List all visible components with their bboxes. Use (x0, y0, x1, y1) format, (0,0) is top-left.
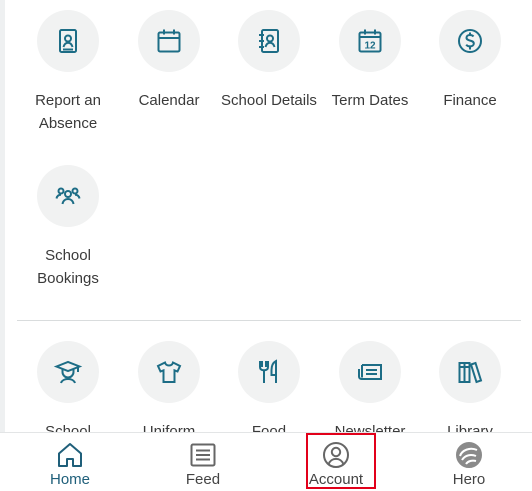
tab-label: Account (308, 471, 364, 488)
tile-label: Finance (443, 92, 497, 109)
school-graduate-icon (37, 341, 99, 403)
school-bookings-icon (37, 165, 99, 227)
account-icon (323, 442, 349, 468)
newsletter-icon (339, 341, 401, 403)
tile-newsletter[interactable]: Newsletter (320, 341, 420, 443)
tile-report-absence[interactable]: Report an Absence (18, 10, 118, 135)
tile-school-bookings[interactable]: School Bookings (18, 165, 118, 290)
tab-hero[interactable]: Hero (414, 433, 524, 491)
tab-home[interactable]: Home (15, 433, 125, 491)
tile-school-details[interactable]: School Details (219, 10, 319, 112)
tile-library[interactable]: Library (420, 341, 520, 443)
tab-label: Home (49, 471, 90, 488)
hero-icon (456, 442, 482, 468)
tile-label: Calendar (138, 92, 200, 109)
calendar-day-number: 12 (364, 41, 376, 52)
tab-account[interactable]: Account (281, 433, 391, 491)
tile-uniform[interactable]: Uniform (119, 341, 219, 443)
feed-icon (190, 443, 216, 467)
section-divider (17, 320, 521, 321)
app-screen: Report an Absence Calendar School Detail (0, 0, 532, 491)
tile-calendar[interactable]: Calendar (119, 10, 219, 112)
term-dates-icon: 12 (339, 10, 401, 72)
tile-term-dates[interactable]: 12 Term Dates (320, 10, 420, 112)
school-details-icon (238, 10, 300, 72)
finance-icon (439, 10, 501, 72)
tab-feed[interactable]: Feed (148, 433, 258, 491)
calendar-icon (138, 10, 200, 72)
tab-label: Hero (452, 471, 486, 488)
food-icon (238, 341, 300, 403)
tile-label: School Bookings (37, 247, 99, 287)
tile-food[interactable]: Food (219, 341, 319, 443)
left-edge (0, 0, 5, 432)
tile-label: Report an Absence (35, 92, 101, 132)
bottom-tab-bar: Home Feed Account Hero (0, 432, 532, 491)
tile-school[interactable]: School (18, 341, 118, 443)
tile-label: Term Dates (331, 92, 409, 109)
tab-label: Feed (185, 471, 221, 488)
library-icon (439, 341, 501, 403)
uniform-icon (138, 341, 200, 403)
home-icon (58, 443, 82, 467)
tile-finance[interactable]: Finance (420, 10, 520, 112)
report-absence-icon (37, 10, 99, 72)
tile-label: School Details (221, 92, 317, 109)
